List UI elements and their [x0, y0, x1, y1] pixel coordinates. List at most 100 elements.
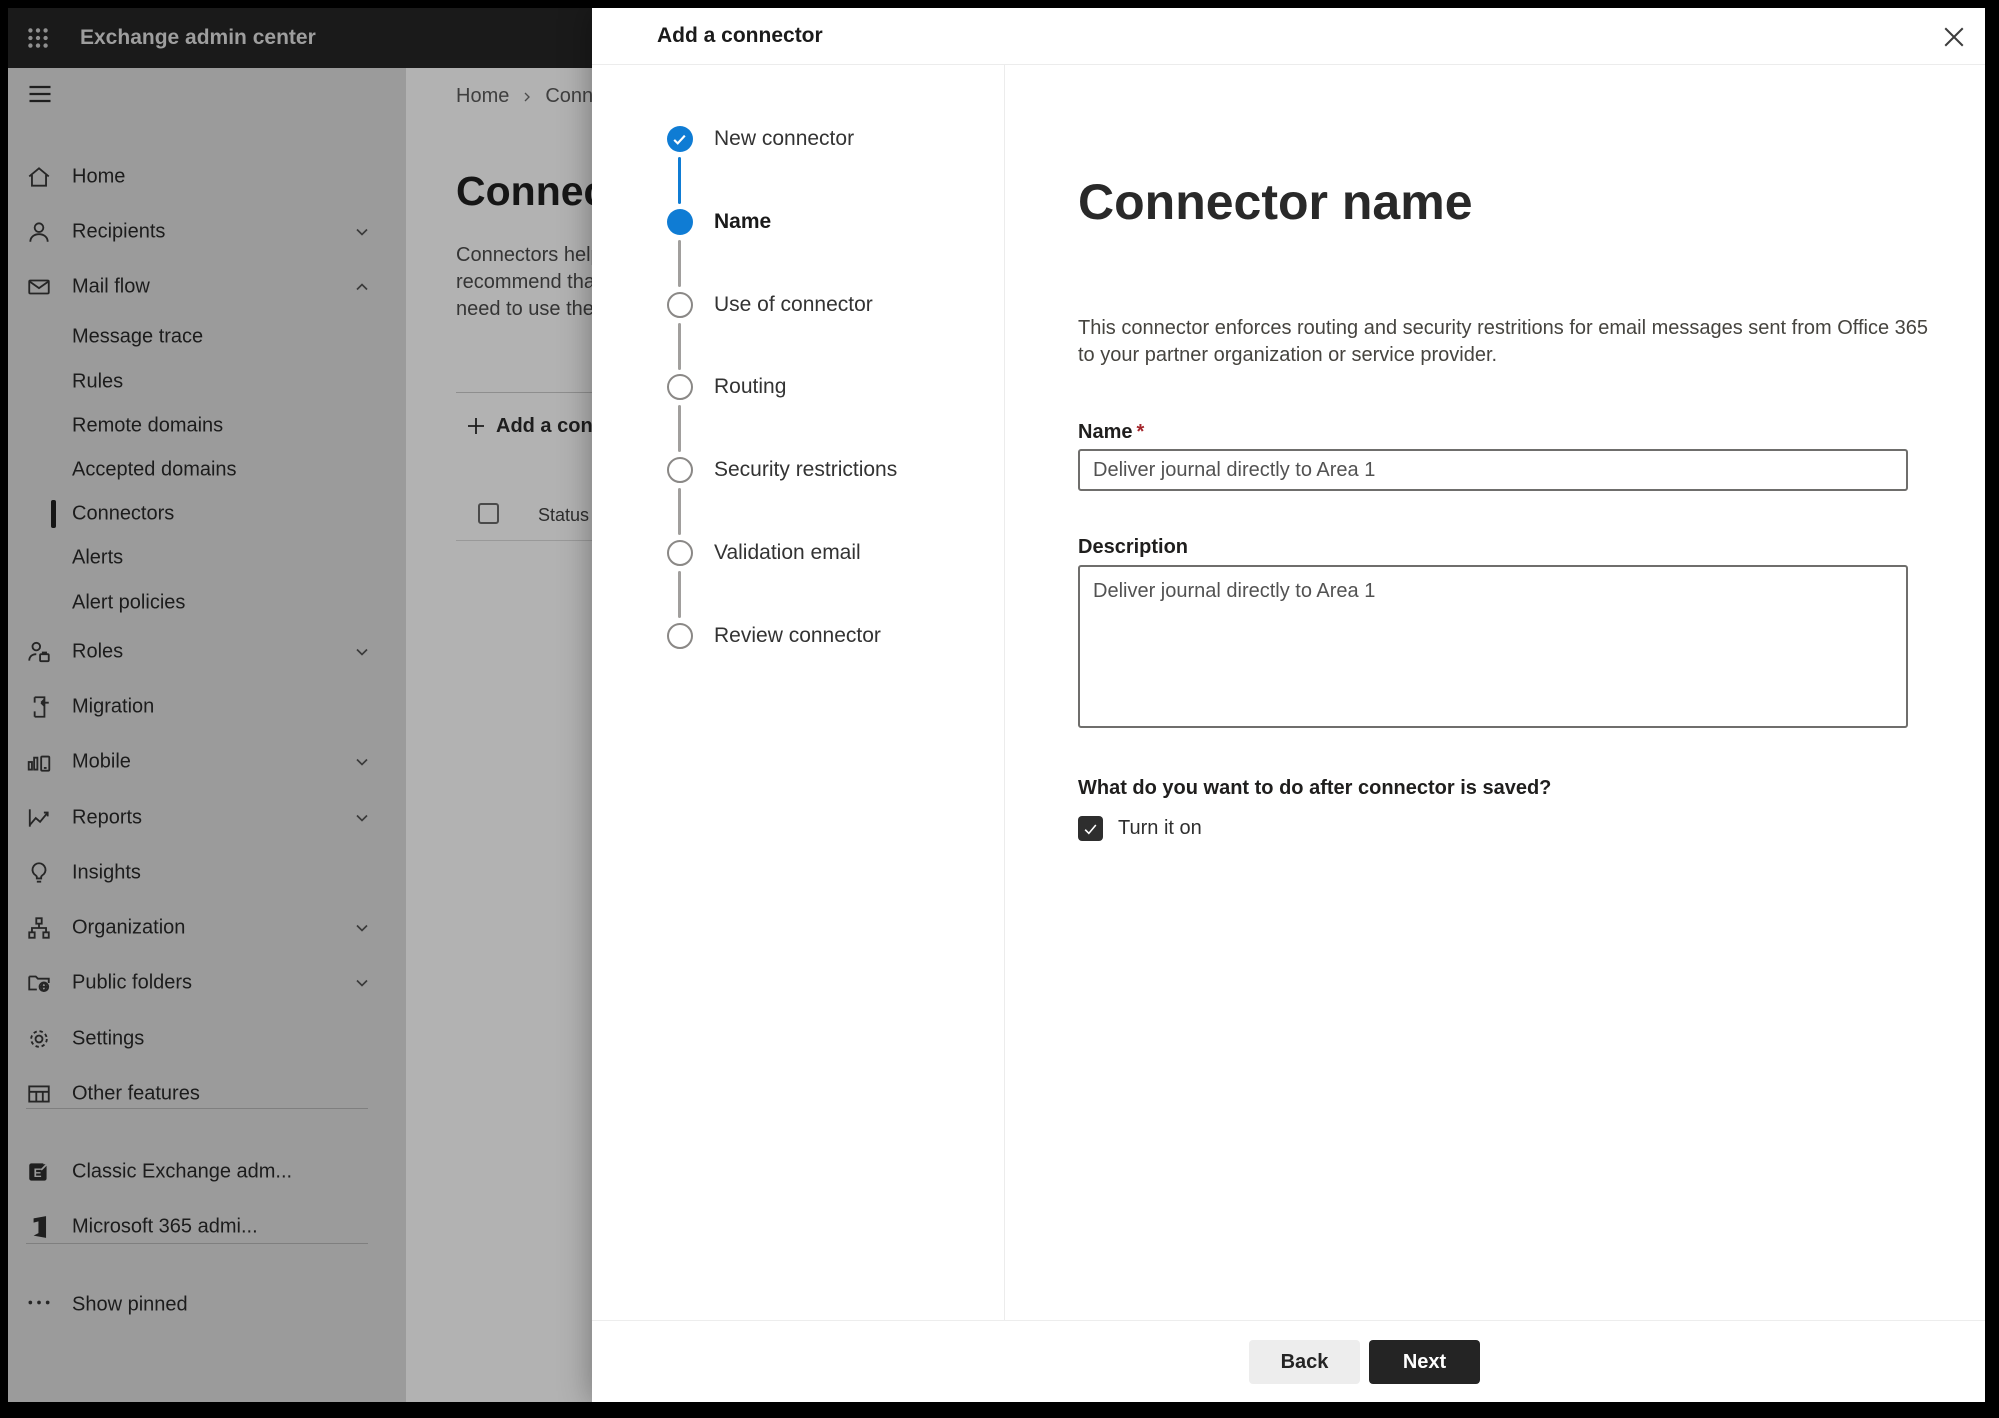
connector-description-textarea[interactable]: Deliver journal directly to Area 1 — [1078, 565, 1908, 728]
sidebar-item-organization[interactable]: Organization — [8, 906, 406, 950]
step-current-circle — [667, 209, 693, 235]
step-validation-email[interactable]: Validation email — [667, 540, 861, 566]
left-nav: Home Recipients Mail flow Message trace … — [8, 68, 406, 1402]
step-connector-line — [678, 571, 681, 618]
chevron-down-icon — [352, 918, 372, 938]
step-security-restrictions[interactable]: Security restrictions — [667, 457, 897, 483]
step-connector-line — [678, 405, 681, 452]
sidebar-item-recipients[interactable]: Recipients — [8, 210, 406, 254]
step-connector-line — [678, 240, 681, 287]
step-completed-check-icon — [667, 126, 693, 152]
step-new-connector[interactable]: New connector — [667, 126, 854, 152]
step-connector-line — [678, 488, 681, 535]
person-icon — [26, 219, 52, 245]
chevron-down-icon — [352, 222, 372, 242]
sidebar-item-classic-exchange-admin[interactable]: E Classic Exchange adm... — [8, 1150, 406, 1194]
step-upcoming-circle — [667, 540, 693, 566]
org-chart-icon — [26, 915, 52, 941]
person-badge-icon — [26, 639, 52, 665]
sidebar-item-settings[interactable]: Settings — [8, 1017, 406, 1061]
sidebar-item-public-folders[interactable]: Public folders — [8, 961, 406, 1005]
breadcrumb-home-link[interactable]: Home — [456, 85, 509, 108]
app-launcher-waffle-icon[interactable] — [25, 25, 51, 51]
sidebar-item-insights[interactable]: Insights — [8, 851, 406, 895]
line-chart-icon — [26, 805, 52, 831]
selected-indicator — [51, 500, 56, 528]
sidebar-item-roles[interactable]: Roles — [8, 630, 406, 674]
back-button[interactable]: Back — [1249, 1340, 1360, 1384]
after-save-question: What do you want to do after connector i… — [1078, 777, 1552, 799]
app-title: Exchange admin center — [80, 26, 316, 49]
select-all-checkbox[interactable] — [478, 503, 499, 524]
step-upcoming-circle — [667, 623, 693, 649]
breadcrumb: Home Conne — [456, 85, 604, 108]
turn-it-on-label: Turn it on — [1118, 817, 1202, 839]
folder-globe-icon — [26, 970, 52, 996]
check-icon — [1084, 824, 1097, 835]
sidebar-item-alerts[interactable]: Alerts — [8, 536, 406, 580]
chevron-down-icon — [352, 752, 372, 772]
step-upcoming-circle — [667, 292, 693, 318]
sidebar-item-alert-policies[interactable]: Alert policies — [8, 581, 406, 625]
dialog-body: New connector Name Use of connector Rout… — [592, 65, 1985, 1320]
chevron-up-icon — [352, 277, 372, 297]
sidebar-item-migration[interactable]: Migration — [8, 685, 406, 729]
dialog-title: Add a connector — [657, 24, 823, 47]
chevron-down-icon — [352, 808, 372, 828]
step-connector-line — [678, 323, 681, 370]
content-heading: Connector name — [1078, 174, 1473, 230]
step-upcoming-circle — [667, 374, 693, 400]
status-column-header[interactable]: Status — [538, 505, 589, 526]
sidebar-item-rules[interactable]: Rules — [8, 360, 406, 404]
sidebar-item-mobile[interactable]: Mobile — [8, 740, 406, 784]
mobile-stats-icon — [26, 749, 52, 775]
step-review-connector[interactable]: Review connector — [667, 623, 881, 649]
sidebar-item-other-features[interactable]: Other features — [8, 1072, 406, 1116]
sidebar-item-accepted-domains[interactable]: Accepted domains — [8, 448, 406, 492]
sidebar-item-show-pinned[interactable]: Show pinned — [8, 1283, 406, 1327]
step-connector-line — [678, 157, 681, 204]
table-grid-icon — [26, 1081, 52, 1107]
name-label: Name * — [1078, 421, 1145, 443]
nav-collapse-hamburger-icon[interactable] — [26, 80, 54, 108]
wizard-steps: New connector Name Use of connector Rout… — [592, 65, 1005, 1320]
step-upcoming-circle — [667, 457, 693, 483]
lightbulb-icon — [26, 860, 52, 886]
wizard-content: Connector name This connector enforces r… — [1005, 65, 1985, 1320]
sidebar-divider — [26, 1243, 368, 1244]
sidebar-item-home[interactable]: Home — [8, 155, 406, 199]
svg-text:E: E — [34, 1166, 42, 1180]
add-connector-dialog: Add a connector New connector Name Use o… — [592, 8, 1985, 1402]
document-arrow-icon — [26, 694, 52, 720]
envelope-icon — [26, 274, 52, 300]
add-connector-button[interactable]: Add a conn — [464, 408, 605, 444]
sidebar-item-mail-flow[interactable]: Mail flow — [8, 265, 406, 309]
exchange-logo-icon: E — [26, 1159, 52, 1185]
screenshot-root: Exchange admin center Home Recipients Ma… — [0, 0, 1999, 1418]
home-icon — [26, 164, 52, 190]
ellipsis-icon — [26, 1296, 52, 1322]
breadcrumb-chevron-icon — [519, 89, 535, 105]
sidebar-item-message-trace[interactable]: Message trace — [8, 315, 406, 359]
connector-name-input[interactable] — [1078, 449, 1908, 491]
sidebar-item-remote-domains[interactable]: Remote domains — [8, 404, 406, 448]
chevron-down-icon — [352, 642, 372, 662]
sidebar-item-reports[interactable]: Reports — [8, 796, 406, 840]
step-use-of-connector[interactable]: Use of connector — [667, 292, 873, 318]
description-label: Description — [1078, 536, 1189, 558]
close-icon[interactable] — [1939, 22, 1969, 52]
required-asterisk: * — [1136, 421, 1145, 443]
dialog-header: Add a connector — [592, 8, 1985, 65]
chevron-down-icon — [352, 973, 372, 993]
step-routing[interactable]: Routing — [667, 374, 786, 400]
plus-icon — [464, 414, 488, 438]
step-name[interactable]: Name — [667, 209, 771, 235]
next-button[interactable]: Next — [1369, 1340, 1480, 1384]
gear-icon — [26, 1026, 52, 1052]
microsoft-365-logo-icon — [26, 1214, 52, 1240]
checked-checkbox[interactable] — [1078, 816, 1103, 841]
turn-it-on-checkbox-row[interactable]: Turn it on — [1078, 816, 1202, 841]
dialog-footer: Back Next — [592, 1320, 1985, 1402]
sidebar-item-connectors[interactable]: Connectors — [8, 492, 406, 536]
content-description: This connector enforces routing and secu… — [1078, 317, 1929, 366]
